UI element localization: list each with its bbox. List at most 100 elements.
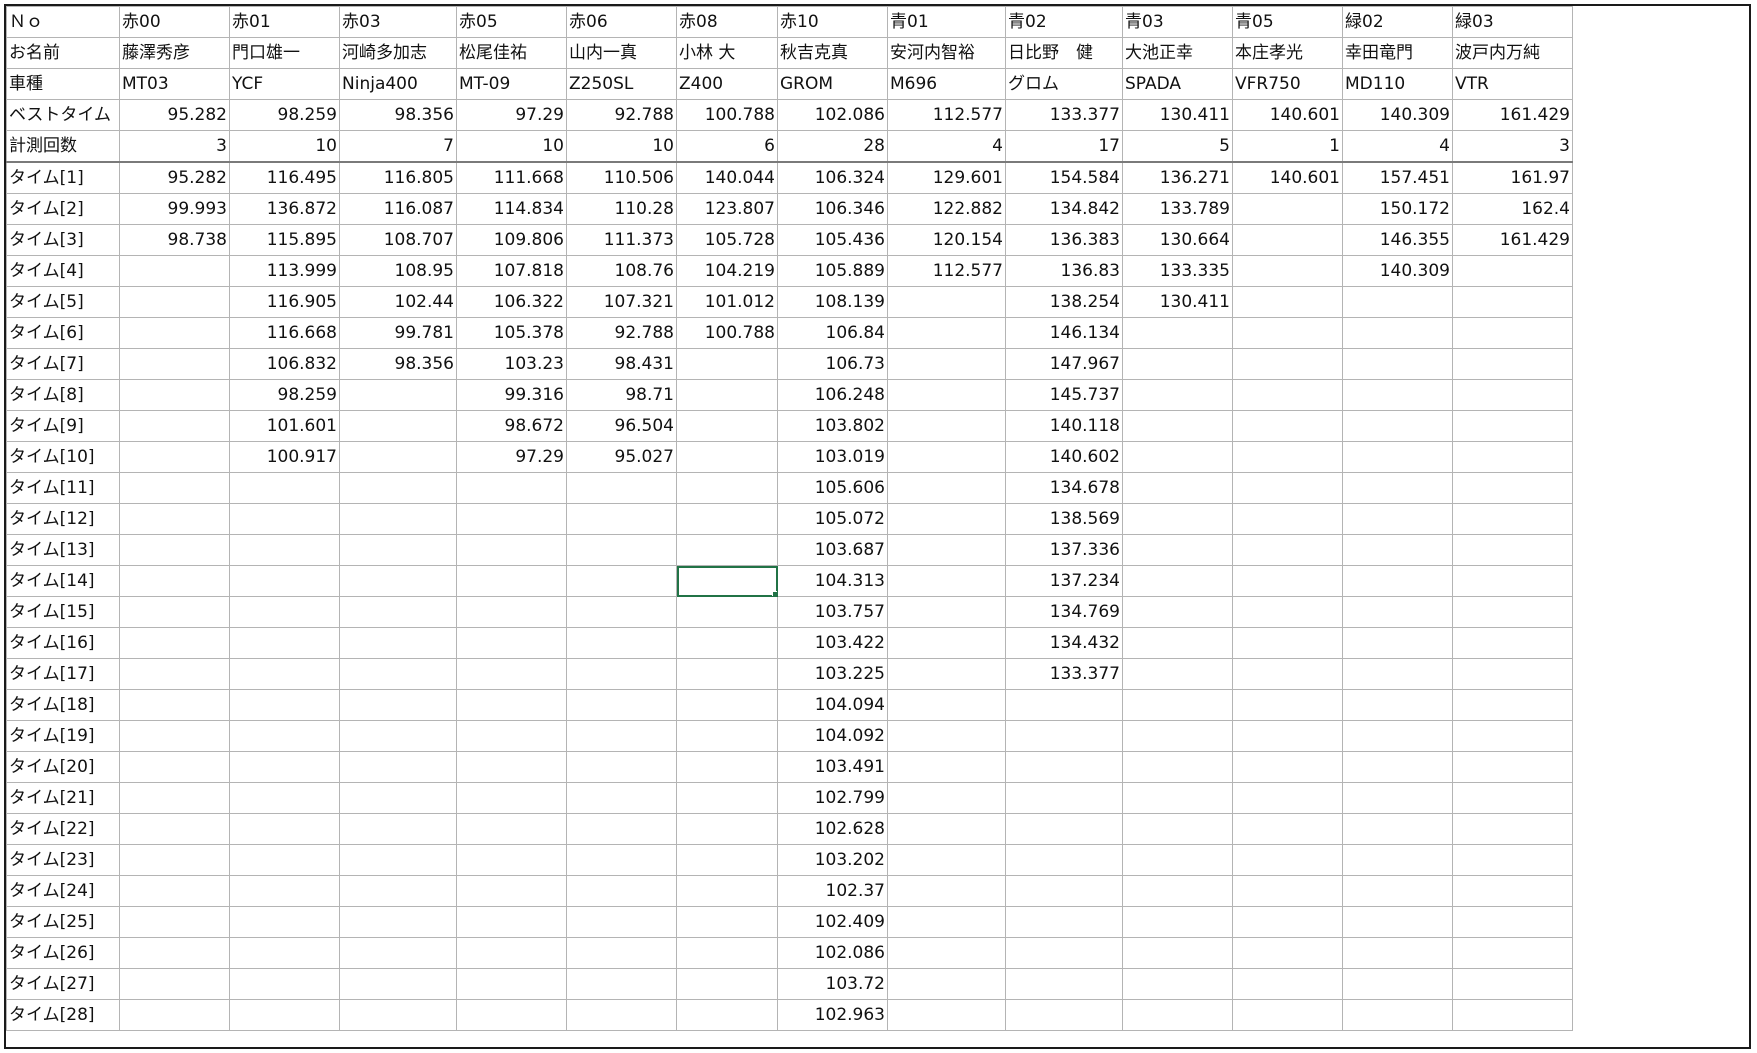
cell-lap-time[interactable]: 146.355	[1342, 224, 1453, 256]
cell-lap-time[interactable]	[1232, 906, 1343, 938]
cell-lap-time[interactable]	[229, 937, 340, 969]
cell-lap-time[interactable]: 96.504	[566, 410, 677, 442]
cell-lap-time[interactable]: 102.37	[777, 875, 888, 907]
cell-lap-time[interactable]: 108.707	[339, 224, 457, 256]
cell-lap-time[interactable]: 99.993	[119, 193, 230, 225]
cell-lap-time[interactable]	[339, 968, 457, 1000]
cell-lap-time[interactable]	[676, 627, 778, 659]
cell-count[interactable]: 10	[566, 130, 677, 163]
cell-lap-time[interactable]	[339, 720, 457, 752]
cell-lap-time[interactable]: 136.271	[1122, 161, 1233, 194]
cell-lap-time[interactable]	[566, 782, 677, 814]
cell-lap-time[interactable]	[887, 844, 1006, 876]
cell-count[interactable]: 17	[1005, 130, 1123, 163]
cell-lap-time[interactable]	[1452, 813, 1573, 845]
cell-lap-time[interactable]: 106.324	[777, 161, 888, 194]
cell-lap-time[interactable]	[339, 689, 457, 721]
cell-lap-time[interactable]	[119, 317, 230, 349]
cell-lap-time[interactable]: 137.234	[1005, 565, 1123, 597]
cell-best[interactable]: 140.309	[1342, 99, 1453, 131]
cell-lap-time[interactable]: 104.092	[777, 720, 888, 752]
cell-lap-time[interactable]	[887, 503, 1006, 535]
cell-no[interactable]: 緑03	[1452, 6, 1573, 38]
cell-lap-time[interactable]: 107.818	[456, 255, 567, 287]
cell-lap-time[interactable]: 138.569	[1005, 503, 1123, 535]
cell-best[interactable]: 130.411	[1122, 99, 1233, 131]
fill-handle[interactable]	[772, 591, 777, 596]
cell-lap-time[interactable]	[1122, 751, 1233, 783]
cell-lap-time[interactable]: 103.72	[777, 968, 888, 1000]
cell-lap-time[interactable]	[1122, 410, 1233, 442]
cell-lap-time[interactable]	[887, 906, 1006, 938]
cell-lap-time[interactable]	[566, 844, 677, 876]
cell-count[interactable]: 4	[887, 130, 1006, 163]
row-label[interactable]: タイム[24]	[6, 875, 120, 907]
cell-lap-time[interactable]	[456, 844, 567, 876]
cell-lap-time[interactable]	[339, 937, 457, 969]
cell-lap-time[interactable]	[1122, 534, 1233, 566]
cell-lap-time[interactable]: 116.087	[339, 193, 457, 225]
cell-model[interactable]: Z400	[676, 68, 778, 100]
cell-lap-time[interactable]	[887, 627, 1006, 659]
cell-lap-time[interactable]: 103.422	[777, 627, 888, 659]
cell-lap-time[interactable]	[1342, 472, 1453, 504]
cell-no[interactable]: 赤08	[676, 6, 778, 38]
cell-name[interactable]: 波戸内万純	[1452, 37, 1573, 69]
cell-lap-time[interactable]: 102.799	[777, 782, 888, 814]
cell-lap-time[interactable]: 115.895	[229, 224, 340, 256]
row-label[interactable]: タイム[3]	[6, 224, 120, 256]
cell-lap-time[interactable]	[1122, 348, 1233, 380]
row-label[interactable]: タイム[13]	[6, 534, 120, 566]
cell-lap-time[interactable]	[1122, 720, 1233, 752]
cell-lap-time[interactable]	[1005, 720, 1123, 752]
cell-lap-time[interactable]: 106.248	[777, 379, 888, 411]
cell-lap-time[interactable]	[676, 689, 778, 721]
cell-lap-time[interactable]	[1232, 565, 1343, 597]
cell-lap-time[interactable]: 145.737	[1005, 379, 1123, 411]
cell-lap-time[interactable]	[119, 286, 230, 318]
cell-lap-time[interactable]	[1232, 255, 1343, 287]
cell-lap-time[interactable]	[1005, 813, 1123, 845]
cell-best[interactable]: 98.259	[229, 99, 340, 131]
cell-lap-time[interactable]	[1232, 844, 1343, 876]
cell-lap-time[interactable]: 130.411	[1122, 286, 1233, 318]
cell-lap-time[interactable]: 102.44	[339, 286, 457, 318]
cell-lap-time[interactable]	[1342, 565, 1453, 597]
cell-name[interactable]: 藤澤秀彦	[119, 37, 230, 69]
cell-lap-time[interactable]	[887, 379, 1006, 411]
row-label[interactable]: タイム[20]	[6, 751, 120, 783]
cell-lap-time[interactable]	[456, 720, 567, 752]
cell-best[interactable]: 133.377	[1005, 99, 1123, 131]
cell-lap-time[interactable]	[456, 813, 567, 845]
cell-lap-time[interactable]: 104.313	[777, 565, 888, 597]
cell-lap-time[interactable]	[1122, 937, 1233, 969]
cell-lap-time[interactable]	[119, 999, 230, 1031]
cell-lap-time[interactable]: 107.321	[566, 286, 677, 318]
cell-lap-time[interactable]	[1232, 720, 1343, 752]
row-label[interactable]: タイム[16]	[6, 627, 120, 659]
selected-cell[interactable]	[676, 565, 778, 597]
cell-lap-time[interactable]: 105.728	[676, 224, 778, 256]
cell-lap-time[interactable]	[1452, 565, 1573, 597]
cell-lap-time[interactable]	[1232, 875, 1343, 907]
cell-lap-time[interactable]: 105.072	[777, 503, 888, 535]
cell-lap-time[interactable]	[119, 255, 230, 287]
cell-lap-time[interactable]	[1342, 286, 1453, 318]
cell-lap-time[interactable]	[119, 813, 230, 845]
cell-lap-time[interactable]	[229, 503, 340, 535]
cell-lap-time[interactable]	[1452, 782, 1573, 814]
cell-lap-time[interactable]	[1452, 627, 1573, 659]
cell-lap-time[interactable]	[887, 720, 1006, 752]
cell-count[interactable]: 1	[1232, 130, 1343, 163]
cell-lap-time[interactable]	[1342, 937, 1453, 969]
cell-lap-time[interactable]: 134.769	[1005, 596, 1123, 628]
cell-lap-time[interactable]	[1005, 782, 1123, 814]
cell-lap-time[interactable]	[566, 813, 677, 845]
row-label[interactable]: タイム[6]	[6, 317, 120, 349]
row-label[interactable]: 車種	[6, 68, 120, 100]
cell-lap-time[interactable]	[566, 720, 677, 752]
cell-lap-time[interactable]	[566, 689, 677, 721]
cell-lap-time[interactable]	[676, 782, 778, 814]
cell-lap-time[interactable]: 92.788	[566, 317, 677, 349]
cell-lap-time[interactable]	[229, 751, 340, 783]
